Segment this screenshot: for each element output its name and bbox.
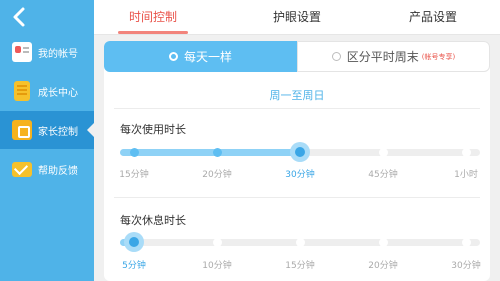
day-range-title: 周一至周日 (269, 89, 325, 102)
slider-option-label[interactable]: 10分钟 (202, 258, 231, 271)
split-weekday-weekend-option[interactable]: 区分平时周末 (帐号专享) (297, 41, 490, 72)
radio-selected-icon (168, 52, 178, 61)
slider-option-label[interactable]: 20分钟 (368, 258, 397, 271)
tab-eye-protection[interactable]: 护眼设置 (252, 0, 342, 35)
slider-option-label[interactable]: 30分钟 (285, 167, 314, 180)
rest-duration-slider[interactable] (120, 232, 480, 252)
sidebar-item-growth[interactable]: 成长中心 (0, 72, 94, 110)
slider-option-label[interactable]: 1小时 (454, 167, 478, 180)
slider-thumb[interactable] (124, 232, 144, 252)
slider-option-label[interactable]: 15分钟 (119, 167, 148, 180)
slider-step-dot[interactable] (461, 238, 471, 247)
account-exclusive-tag: (帐号专享) (421, 52, 456, 61)
same-every-day-option[interactable]: 每天一样 (104, 41, 297, 72)
divider (114, 108, 480, 109)
slider-option-label[interactable]: 20分钟 (202, 167, 231, 180)
sidebar-item-label: 帮助反馈 (38, 165, 78, 177)
usage-duration-slider[interactable] (120, 142, 480, 162)
slider-step-dot[interactable] (378, 148, 388, 157)
sidebar-item-help[interactable]: 帮助反馈 (0, 150, 94, 188)
slider-option-label[interactable]: 45分钟 (368, 167, 397, 180)
slider-step-dot[interactable] (295, 238, 305, 247)
slider-option-label[interactable]: 15分钟 (285, 258, 314, 271)
usage-duration-label: 每次使用时长 (120, 123, 186, 136)
tab-bar: 时间控制 护眼设置 产品设置 (94, 0, 500, 35)
sidebar-item-label: 我的帐号 (38, 48, 78, 60)
back-arrow-icon[interactable] (10, 6, 30, 28)
id-card-icon (12, 42, 32, 62)
split-weekday-weekend-label: 区分平时周末 (346, 50, 419, 64)
tab-product-settings[interactable]: 产品设置 (388, 0, 478, 35)
slider-step-dot[interactable] (212, 148, 222, 157)
slider-step-dot[interactable] (378, 238, 388, 247)
sidebar-item-label: 成长中心 (38, 87, 78, 99)
slider-step-dot[interactable] (212, 238, 222, 247)
time-control-panel: 每天一样 区分平时周末 (帐号专享) 周一至周日 每次使用时长 15分钟 20分钟… (104, 41, 490, 281)
slider-step-dot[interactable] (461, 148, 471, 157)
sidebar: 我的帐号 成长中心 家长控制 帮助反馈 (0, 0, 94, 281)
divider (114, 197, 480, 198)
mail-icon (12, 161, 32, 177)
slider-option-label[interactable]: 30分钟 (451, 258, 480, 271)
slider-option-label[interactable]: 5分钟 (122, 258, 146, 271)
sidebar-item-label: 家长控制 (38, 126, 78, 138)
sidebar-item-parental-control[interactable]: 家长控制 (0, 111, 94, 149)
sidebar-item-account[interactable]: 我的帐号 (0, 33, 94, 71)
rest-duration-label: 每次休息时长 (120, 214, 186, 227)
slider-thumb[interactable] (290, 142, 310, 162)
slider-step-dot[interactable] (129, 148, 139, 157)
active-tab-indicator (118, 31, 188, 34)
same-every-day-label: 每天一样 (183, 50, 232, 64)
radio-unselected-icon (331, 52, 341, 61)
schedule-mode-toggle: 每天一样 区分平时周末 (帐号专享) (104, 41, 490, 72)
lock-icon (12, 120, 32, 140)
tab-time-control[interactable]: 时间控制 (108, 0, 198, 35)
book-icon (14, 81, 30, 101)
